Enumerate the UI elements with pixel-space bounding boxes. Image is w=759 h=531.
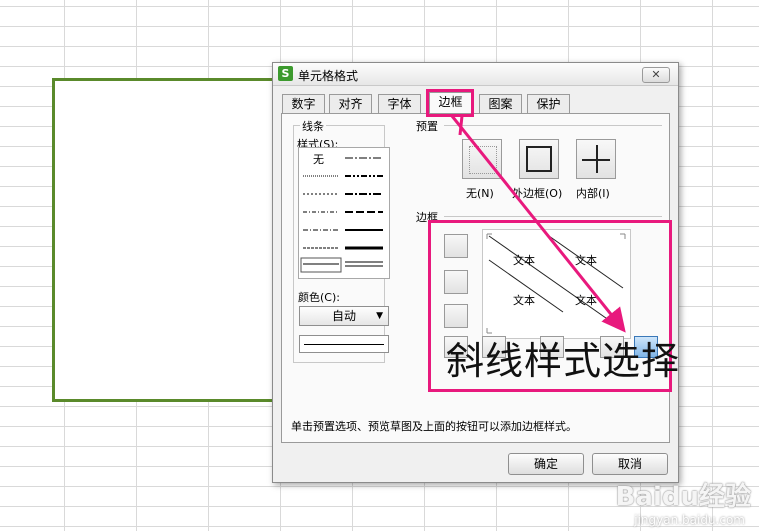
- preset-inside-button[interactable]: [576, 139, 616, 179]
- cancel-button[interactable]: 取消: [592, 453, 668, 475]
- chevron-down-icon: ▼: [376, 311, 383, 321]
- tab-alignment[interactable]: 对齐: [329, 94, 372, 113]
- line-style-samples[interactable]: [299, 148, 389, 278]
- preset-none-button[interactable]: [462, 139, 502, 179]
- preset-inside-label: 内部(I): [576, 187, 610, 200]
- baidu-watermark-url: jingyan.baidu.com: [634, 513, 745, 527]
- baidu-watermark: Baidu经验: [615, 482, 751, 512]
- preset-none-label: 无(N): [466, 187, 494, 200]
- preset-outline-label: 外边框(O): [512, 187, 563, 200]
- tab-font[interactable]: 字体: [378, 94, 421, 113]
- dialog-title: 单元格格式: [298, 69, 359, 83]
- close-icon[interactable]: ✕: [642, 67, 670, 83]
- dialog-titlebar: S 单元格格式 ✕: [273, 63, 678, 86]
- line-preview: [299, 335, 389, 353]
- preset-none-icon: [469, 146, 497, 174]
- line-group-label: 线条: [300, 118, 326, 134]
- line-style-list[interactable]: 无: [298, 147, 390, 279]
- preset-divider: [444, 125, 662, 126]
- wps-app-icon: S: [278, 66, 293, 81]
- border-divider: [444, 216, 662, 217]
- tab-number[interactable]: 数字: [282, 94, 325, 113]
- preset-outline-icon: [526, 146, 552, 172]
- tab-pattern[interactable]: 图案: [479, 94, 522, 113]
- color-value: 自动: [331, 309, 356, 323]
- color-label: 颜色(C):: [298, 291, 340, 304]
- hint-text: 单击预置选项、预览草图及上面的按钮可以添加边框样式。: [291, 420, 577, 433]
- annotation-caption: 斜线样式选择: [446, 339, 681, 383]
- ok-button[interactable]: 确定: [508, 453, 584, 475]
- preset-label: 预置: [416, 120, 438, 133]
- preset-outline-button[interactable]: [519, 139, 559, 179]
- color-dropdown[interactable]: 自动 ▼: [299, 306, 389, 326]
- tab-protection[interactable]: 保护: [527, 94, 570, 113]
- tab-highlight-box: [426, 89, 474, 117]
